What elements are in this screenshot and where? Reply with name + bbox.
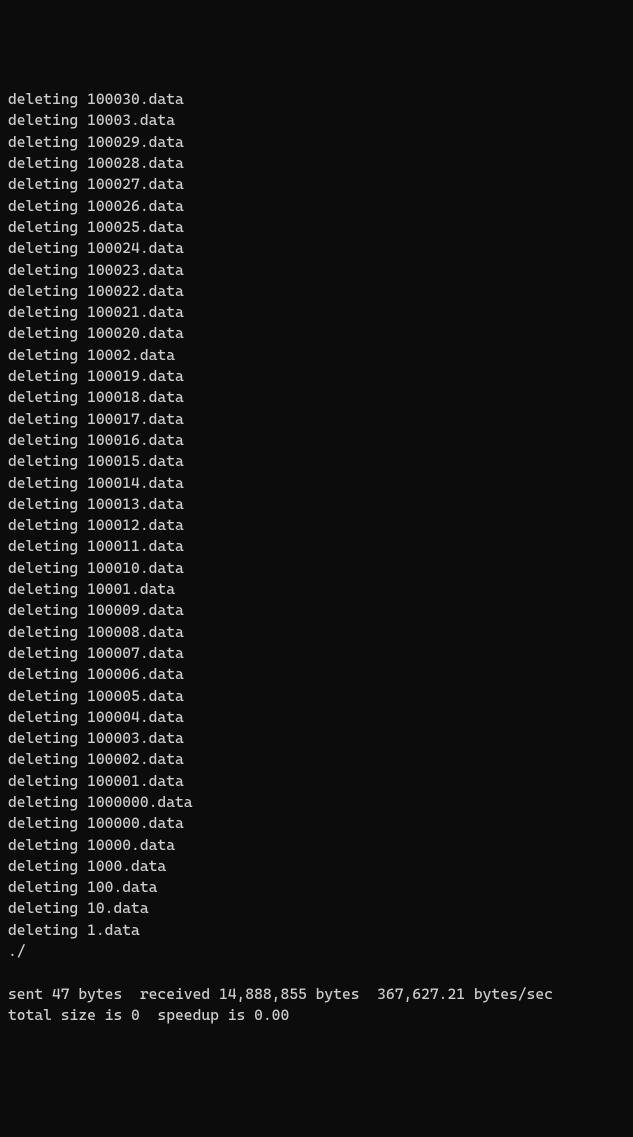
deletion-line: deleting 100008.data xyxy=(8,622,625,643)
deletion-line: deleting 100014.data xyxy=(8,473,625,494)
terminal-output: deleting 100030.datadeleting 10003.datad… xyxy=(8,89,625,1026)
summary-line-2: total size is 0 speedup is 0.00 xyxy=(8,1005,625,1026)
deletion-line: deleting 100021.data xyxy=(8,302,625,323)
deletion-line: deleting 100013.data xyxy=(8,494,625,515)
directory-line: ./ xyxy=(8,941,625,962)
deletion-line: deleting 100027.data xyxy=(8,174,625,195)
deletion-line: deleting 100009.data xyxy=(8,600,625,621)
deletion-line: deleting 100016.data xyxy=(8,430,625,451)
deletion-line: deleting 100007.data xyxy=(8,643,625,664)
deletion-line: deleting 100004.data xyxy=(8,707,625,728)
deletion-line: deleting 100011.data xyxy=(8,536,625,557)
deletion-line: deleting 10001.data xyxy=(8,579,625,600)
deletion-line: deleting 10002.data xyxy=(8,345,625,366)
summary-line-1: sent 47 bytes received 14,888,855 bytes … xyxy=(8,984,625,1005)
deletion-line: deleting 100026.data xyxy=(8,196,625,217)
deletion-line: deleting 100022.data xyxy=(8,281,625,302)
deletion-line: deleting 100000.data xyxy=(8,813,625,834)
deletion-line: deleting 10.data xyxy=(8,898,625,919)
deletion-line: deleting 100010.data xyxy=(8,558,625,579)
deletion-line: deleting 100029.data xyxy=(8,132,625,153)
deletion-line: deleting 100006.data xyxy=(8,664,625,685)
deletion-line: deleting 100018.data xyxy=(8,387,625,408)
deletion-line: deleting 100023.data xyxy=(8,260,625,281)
deletion-line: deleting 100020.data xyxy=(8,323,625,344)
deletion-line: deleting 10000.data xyxy=(8,835,625,856)
deletion-line: deleting 1.data xyxy=(8,920,625,941)
deletion-line: deleting 100030.data xyxy=(8,89,625,110)
deletion-line: deleting 100025.data xyxy=(8,217,625,238)
deletion-line: deleting 100002.data xyxy=(8,749,625,770)
deletion-line: deleting 100003.data xyxy=(8,728,625,749)
deletion-line: deleting 100015.data xyxy=(8,451,625,472)
deletion-line: deleting 100.data xyxy=(8,877,625,898)
deletion-line: deleting 1000000.data xyxy=(8,792,625,813)
deletion-line: deleting 100012.data xyxy=(8,515,625,536)
deletion-line: deleting 100005.data xyxy=(8,686,625,707)
deletion-line: deleting 100019.data xyxy=(8,366,625,387)
deletion-line: deleting 10003.data xyxy=(8,110,625,131)
deletion-line: deleting 100028.data xyxy=(8,153,625,174)
blank-line xyxy=(8,962,625,983)
deletion-line: deleting 1000.data xyxy=(8,856,625,877)
deletion-line: deleting 100017.data xyxy=(8,409,625,430)
deletion-line: deleting 100001.data xyxy=(8,771,625,792)
deletion-line: deleting 100024.data xyxy=(8,238,625,259)
